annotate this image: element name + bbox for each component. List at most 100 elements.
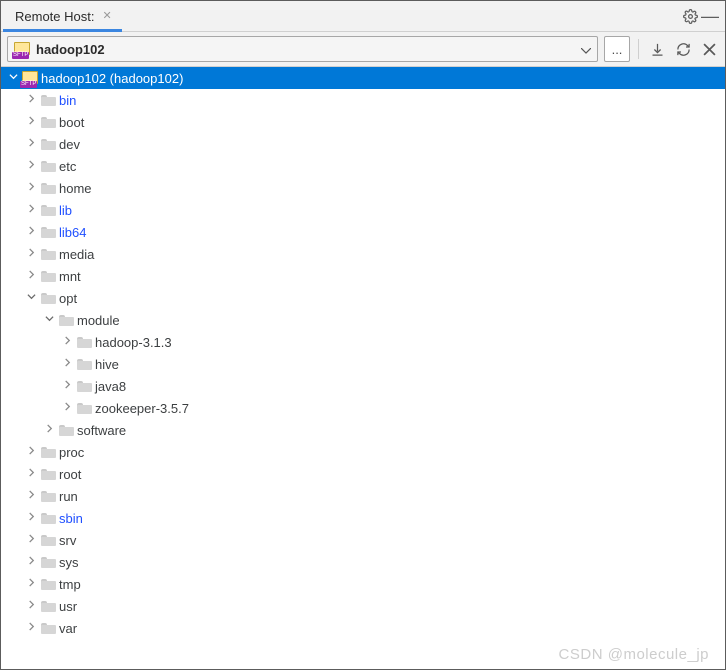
tree-item[interactable]: hive	[1, 353, 725, 375]
tree-item[interactable]: zookeeper-3.5.7	[1, 397, 725, 419]
remote-host-panel: Remote Host: ✕ — SFTP hadoop102 ...	[0, 0, 726, 670]
expand-icon[interactable]	[23, 160, 39, 172]
expand-icon[interactable]	[59, 402, 75, 414]
expand-icon[interactable]	[23, 94, 39, 106]
gear-icon[interactable]	[683, 9, 701, 24]
expand-icon[interactable]	[23, 578, 39, 590]
tree-item-label: sys	[57, 555, 79, 570]
tree-item[interactable]: proc	[1, 441, 725, 463]
tree-item-label: opt	[57, 291, 77, 306]
tab-strip: Remote Host: ✕ —	[1, 1, 725, 32]
collapse-icon[interactable]	[41, 314, 57, 326]
expand-icon[interactable]	[23, 270, 39, 282]
expand-icon[interactable]	[23, 182, 39, 194]
expand-icon[interactable]	[23, 534, 39, 546]
expand-icon[interactable]	[23, 226, 39, 238]
tree-item[interactable]: usr	[1, 595, 725, 617]
expand-icon[interactable]	[23, 622, 39, 634]
file-tree[interactable]: SFTP hadoop102 (hadoop102) binboot dev etc…	[1, 67, 725, 669]
download-icon[interactable]	[647, 37, 667, 61]
tab-label: Remote Host:	[15, 9, 94, 24]
tree-item[interactable]: sbin	[1, 507, 725, 529]
folder-icon	[39, 535, 57, 546]
tree-item-label: var	[57, 621, 77, 636]
expand-icon[interactable]	[59, 336, 75, 348]
tree-item[interactable]: dev	[1, 133, 725, 155]
tree-item[interactable]: run	[1, 485, 725, 507]
tree-item[interactable]: lib64	[1, 221, 725, 243]
tree-item-label: dev	[57, 137, 80, 152]
close-icon[interactable]: ✕	[102, 11, 111, 21]
tree-item[interactable]: lib	[1, 199, 725, 221]
folder-icon	[39, 623, 57, 634]
disconnect-icon[interactable]	[699, 37, 719, 61]
tree-item-label: software	[75, 423, 126, 438]
expand-icon[interactable]	[23, 248, 39, 260]
folder-icon	[39, 95, 57, 106]
tree-item[interactable]: opt	[1, 287, 725, 309]
chevron-down-icon	[579, 42, 593, 57]
tree-item-label: run	[57, 489, 78, 504]
folder-icon	[39, 293, 57, 304]
folder-icon	[39, 557, 57, 568]
folder-icon	[39, 579, 57, 590]
tree-item-label: hadoop-3.1.3	[93, 335, 172, 350]
tree-item-label: sbin	[57, 511, 83, 526]
folder-icon	[39, 447, 57, 458]
tree-root-label: hadoop102 (hadoop102)	[39, 71, 183, 86]
expand-icon[interactable]	[23, 204, 39, 216]
tree-item[interactable]: bin	[1, 89, 725, 111]
expand-icon[interactable]	[5, 72, 21, 84]
tree-item[interactable]: srv	[1, 529, 725, 551]
folder-icon	[57, 425, 75, 436]
tree-item[interactable]: module	[1, 309, 725, 331]
expand-icon[interactable]	[23, 490, 39, 502]
tree-item[interactable]: root	[1, 463, 725, 485]
sftp-icon: SFTP	[14, 42, 30, 56]
toolbar: SFTP hadoop102 ...	[1, 32, 725, 67]
expand-icon[interactable]	[41, 424, 57, 436]
folder-icon	[39, 161, 57, 172]
tree-item[interactable]: hadoop-3.1.3	[1, 331, 725, 353]
tree-item[interactable]: tmp	[1, 573, 725, 595]
tree-item-label: proc	[57, 445, 84, 460]
folder-icon	[39, 117, 57, 128]
folder-icon	[39, 139, 57, 150]
hide-icon[interactable]: —	[701, 11, 719, 21]
expand-icon[interactable]	[23, 600, 39, 612]
tree-item-label: lib64	[57, 225, 86, 240]
refresh-icon[interactable]	[673, 37, 693, 61]
expand-icon[interactable]	[23, 468, 39, 480]
expand-icon[interactable]	[23, 138, 39, 150]
tree-item[interactable]: sys	[1, 551, 725, 573]
folder-icon	[75, 403, 93, 414]
tree-item[interactable]: software	[1, 419, 725, 441]
tree-item[interactable]: var	[1, 617, 725, 639]
more-button[interactable]: ...	[604, 36, 630, 62]
folder-icon	[39, 249, 57, 260]
expand-icon[interactable]	[23, 446, 39, 458]
separator	[638, 39, 639, 59]
tab-remote-host[interactable]: Remote Host: ✕	[3, 1, 122, 31]
expand-icon[interactable]	[59, 358, 75, 370]
folder-icon	[39, 513, 57, 524]
tree-item-label: lib	[57, 203, 72, 218]
tree-item[interactable]: boot	[1, 111, 725, 133]
tree-item-label: module	[75, 313, 120, 328]
host-label: hadoop102	[36, 42, 105, 57]
expand-icon[interactable]	[59, 380, 75, 392]
expand-icon[interactable]	[23, 116, 39, 128]
expand-icon[interactable]	[23, 556, 39, 568]
tree-item[interactable]: media	[1, 243, 725, 265]
tree-item-label: media	[57, 247, 94, 262]
tree-item[interactable]: java8	[1, 375, 725, 397]
host-selector[interactable]: SFTP hadoop102	[7, 36, 598, 62]
folder-icon	[39, 601, 57, 612]
tree-root[interactable]: SFTP hadoop102 (hadoop102)	[1, 67, 725, 89]
tree-item-label: root	[57, 467, 81, 482]
collapse-icon[interactable]	[23, 292, 39, 304]
expand-icon[interactable]	[23, 512, 39, 524]
tree-item[interactable]: mnt	[1, 265, 725, 287]
tree-item[interactable]: etc	[1, 155, 725, 177]
tree-item[interactable]: home	[1, 177, 725, 199]
